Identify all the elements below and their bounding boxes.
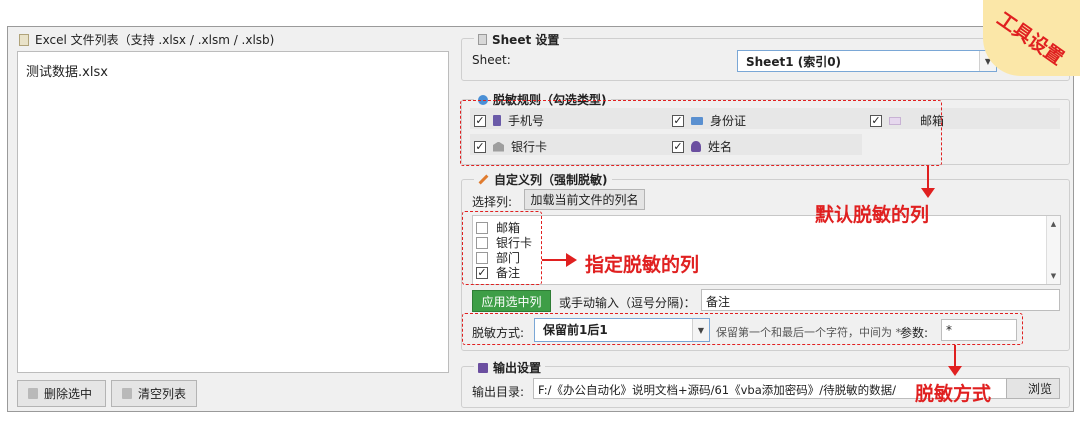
load-columns-label: 加载当前文件的列名: [530, 193, 639, 207]
specified-columns-highlight: [462, 211, 542, 285]
save-icon: [478, 362, 488, 373]
trash-icon: [122, 388, 132, 399]
sheet-label: Sheet:: [472, 53, 511, 67]
file-list[interactable]: 测试数据.xlsx: [17, 51, 449, 373]
default-columns-annotation: 默认脱敏的列: [815, 204, 930, 226]
clear-list-label: 清空列表: [138, 387, 187, 401]
column-list-scrollbar[interactable]: ▲ ▼: [1046, 216, 1060, 284]
output-dir-label: 输出目录:: [472, 385, 525, 399]
output-settings-title: 输出设置: [474, 359, 546, 376]
sheet-select-value: Sheet1 (索引0): [746, 55, 842, 69]
sheet-icon: [478, 34, 487, 45]
mask-method-highlight: [462, 313, 1023, 345]
file-list-title: Excel 文件列表（支持 .xlsx / .xlsm / .xlsb): [19, 31, 274, 48]
sheet-select[interactable]: Sheet1 (索引0) ▼: [737, 50, 997, 72]
select-columns-label: 选择列:: [472, 195, 513, 209]
apply-selected-label: 应用选中列: [481, 294, 542, 309]
column-list[interactable]: 邮箱 银行卡 部门 ✓ 备注 ▲ ▼: [472, 215, 1061, 285]
pencil-icon: [478, 174, 489, 185]
browse-button[interactable]: 浏览: [1006, 378, 1060, 399]
document-icon: [19, 33, 29, 46]
apply-selected-columns-button[interactable]: 应用选中列: [472, 290, 551, 312]
default-columns-highlight: [460, 100, 942, 166]
scroll-down-icon[interactable]: ▼: [1047, 270, 1060, 282]
sheet-settings-title: Sheet 设置: [474, 31, 564, 48]
list-item[interactable]: 测试数据.xlsx: [26, 61, 108, 80]
file-list-title-text: Excel 文件列表（支持 .xlsx / .xlsm / .xlsb): [35, 33, 275, 47]
clear-list-button[interactable]: 清空列表: [111, 380, 197, 407]
delete-selected-label: 删除选中: [44, 387, 93, 401]
output-settings-title-text: 输出设置: [493, 361, 542, 375]
custom-columns-title: 自定义列（强制脱敏): [474, 171, 612, 188]
specified-columns-annotation: 指定脱敏的列: [585, 254, 700, 276]
manual-columns-input[interactable]: 备注: [701, 289, 1060, 311]
load-columns-button[interactable]: 加载当前文件的列名: [524, 189, 645, 210]
manual-input-label: 或手动输入（逗号分隔)：: [559, 296, 696, 310]
scroll-up-icon[interactable]: ▲: [1047, 218, 1060, 230]
mask-method-annotation: 脱敏方式: [915, 383, 992, 405]
trash-icon: [28, 388, 38, 399]
browse-label: 浏览: [1027, 382, 1052, 396]
custom-columns-title-text: 自定义列（强制脱敏): [494, 173, 608, 187]
sheet-settings-title-text: Sheet 设置: [492, 33, 560, 47]
delete-selected-button[interactable]: 删除选中: [17, 380, 106, 407]
